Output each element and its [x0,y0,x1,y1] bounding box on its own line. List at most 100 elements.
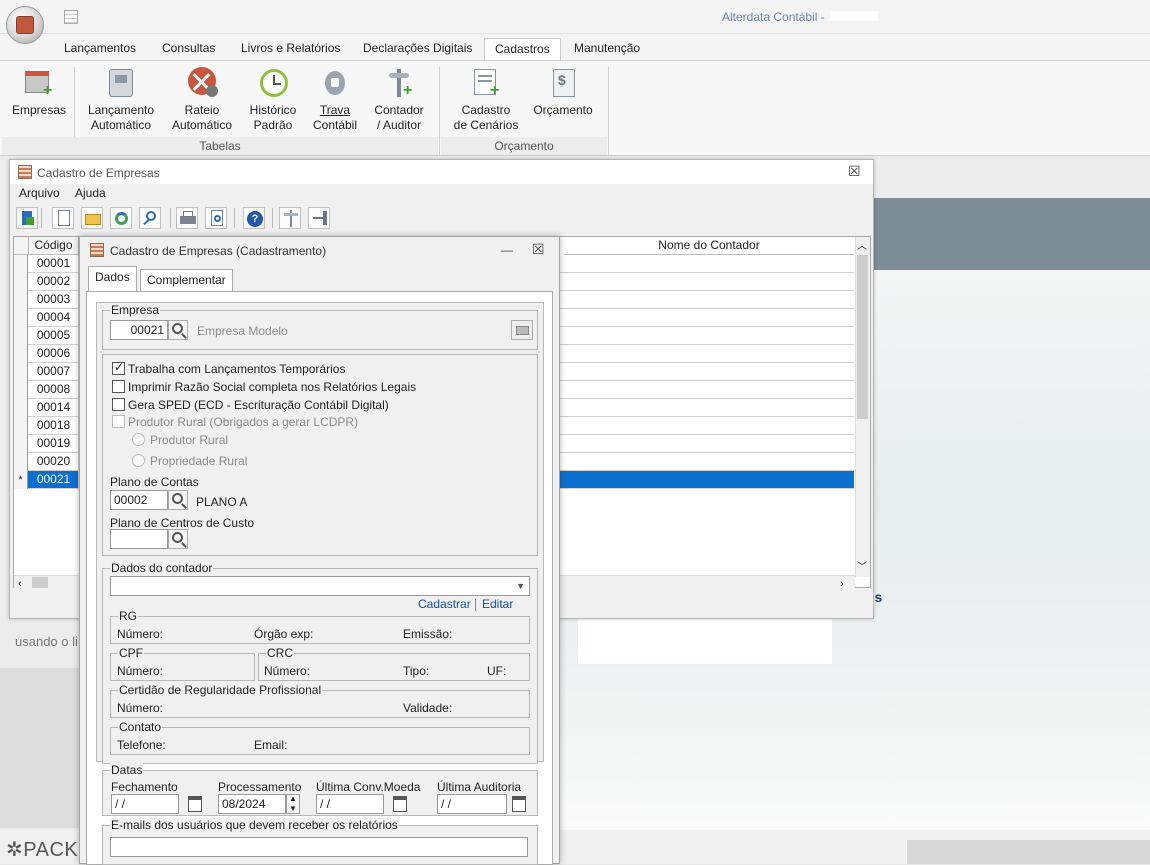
produtor-checkbox[interactable] [112,415,125,428]
ribbon-group-separator [439,67,440,157]
exit-icon[interactable] [16,207,38,229]
app-menu-button[interactable] [6,6,44,44]
razao-checkbox[interactable] [112,380,125,393]
tab-livros[interactable]: Livros e Relatórios [241,38,340,60]
trava-contabil-button[interactable]: Trava Contábil [310,67,360,133]
tab-cadastros[interactable]: Cadastros [484,38,561,60]
row-indicator[interactable] [14,273,28,291]
horizontal-scroll-thumb[interactable] [32,577,48,588]
processamento-input[interactable]: 08/2024 [218,794,286,814]
rg-orgao-label: Órgão exp: [254,627,314,641]
menu-ajuda[interactable]: Ajuda [75,186,106,200]
column-header-codigo[interactable]: Código [29,237,79,255]
sped-checkbox[interactable] [112,398,125,411]
auditoria-input[interactable]: / / [437,794,507,814]
tab-lancamentos[interactable]: Lançamentos [64,38,136,60]
caduceus-small-icon[interactable] [279,207,301,229]
refresh-icon[interactable] [110,207,132,229]
produtor-radio[interactable] [132,433,145,446]
propriedade-radio[interactable] [132,454,145,467]
row-code: 00003 [29,291,79,309]
row-indicator[interactable]: * [14,471,28,489]
search-icon[interactable] [139,207,161,229]
calendar-icon[interactable] [393,796,407,812]
row-indicator[interactable] [14,255,28,273]
contador-select[interactable]: ▼ [110,576,530,596]
document-add-icon: + [470,67,502,99]
editar-link[interactable]: Editar [482,597,513,611]
rateio-label-1: Rateio [184,103,220,117]
crc-legend: CRC [266,646,294,660]
row-indicator[interactable] [14,309,28,327]
plano-contas-input[interactable]: 00002 [110,490,168,510]
lock-icon [319,67,351,99]
search-icon[interactable] [168,490,188,510]
tab-declaracoes[interactable]: Declarações Digitais [363,38,472,60]
calendar-icon[interactable] [512,796,526,812]
rg-group: RG [110,609,530,644]
tab-complementar[interactable]: Complementar [140,269,233,291]
row-code: 00005 [29,327,79,345]
row-indicator[interactable] [14,363,28,381]
minimize-icon[interactable]: — [501,243,513,257]
tab-manutencao[interactable]: Manutenção [574,38,640,60]
processamento-spinner[interactable]: ▲ ▼ [286,794,300,814]
scroll-left-icon[interactable]: ‹ [18,577,22,591]
row-indicator[interactable] [14,417,28,435]
quick-access-icon[interactable] [64,10,78,24]
toolbar-separator [234,208,235,228]
building-icon[interactable] [511,320,533,340]
close-icon[interactable]: ☒ [532,242,545,256]
document-money-icon: $ [547,67,579,99]
row-indicator[interactable] [14,453,28,471]
row-indicator[interactable] [14,381,28,399]
spin-up-icon[interactable]: ▲ [289,794,297,803]
row-indicator[interactable] [14,345,28,363]
search-icon[interactable] [168,320,188,340]
orcamento-button[interactable]: $ Orçamento [530,67,596,118]
close-icon[interactable]: ☒ [848,164,861,178]
lancamento-automatico-button[interactable]: Lançamento Automático [86,67,156,133]
help-icon[interactable]: ? [243,207,265,229]
rateio-automatico-button[interactable]: Rateio Automático [168,67,236,133]
row-indicator[interactable] [14,435,28,453]
print-icon[interactable] [176,207,198,229]
fechamento-input[interactable]: / / [111,794,179,814]
search-icon[interactable] [168,529,188,549]
cadastro-cenarios-button[interactable]: + Cadastro de Cenários [452,67,520,133]
vertical-scroll-thumb[interactable] [857,255,868,419]
historico-padrao-button[interactable]: Histórico Padrão [246,67,300,133]
rg-emissao-label: Emissão: [403,627,453,641]
tab-consultas[interactable]: Consultas [162,38,215,60]
scroll-up-icon[interactable]: ︿ [857,240,867,254]
tree-structure-icon[interactable] [308,207,330,229]
tab-dados[interactable]: Dados [88,266,137,291]
menu-arquivo[interactable]: Arquivo [19,186,60,200]
spin-down-icon[interactable]: ▼ [289,804,297,813]
conv-moeda-input[interactable]: / / [316,794,384,814]
ribbon-tabs: Lançamentos Consultas Livros e Relatório… [0,34,1150,60]
cadastrar-link[interactable]: Cadastrar [418,597,471,611]
historico-label-1: Histórico [249,103,297,117]
row-code: 00021 [29,471,79,489]
calendar-icon[interactable] [188,796,202,812]
window-title-bar: Cadastro de Empresas (Cadastramento) — ☒ [80,237,559,263]
contador-auditor-button[interactable]: + Contador / Auditor [370,67,428,133]
emails-input[interactable] [110,837,528,857]
empresas-button[interactable]: + Empresas [12,67,66,118]
plano-custo-input[interactable] [110,529,168,549]
row-indicator[interactable] [14,327,28,345]
scroll-right-icon[interactable]: › [840,577,844,591]
row-indicator[interactable] [14,291,28,309]
print-preview-icon[interactable] [205,207,227,229]
column-header-nome-contador[interactable]: Nome do Contador [564,237,854,255]
building-add-icon: + [23,67,55,99]
group-tabelas: Tabelas [2,137,438,155]
trava-label-1: Trava [319,103,351,117]
open-folder-icon[interactable] [81,207,103,229]
temporarios-checkbox[interactable]: ✓ [112,360,125,375]
row-indicator[interactable] [14,399,28,417]
new-document-icon[interactable] [52,207,74,229]
scroll-down-icon[interactable]: ﹀ [857,561,867,575]
empresa-code-input[interactable]: 00021 [110,320,168,340]
